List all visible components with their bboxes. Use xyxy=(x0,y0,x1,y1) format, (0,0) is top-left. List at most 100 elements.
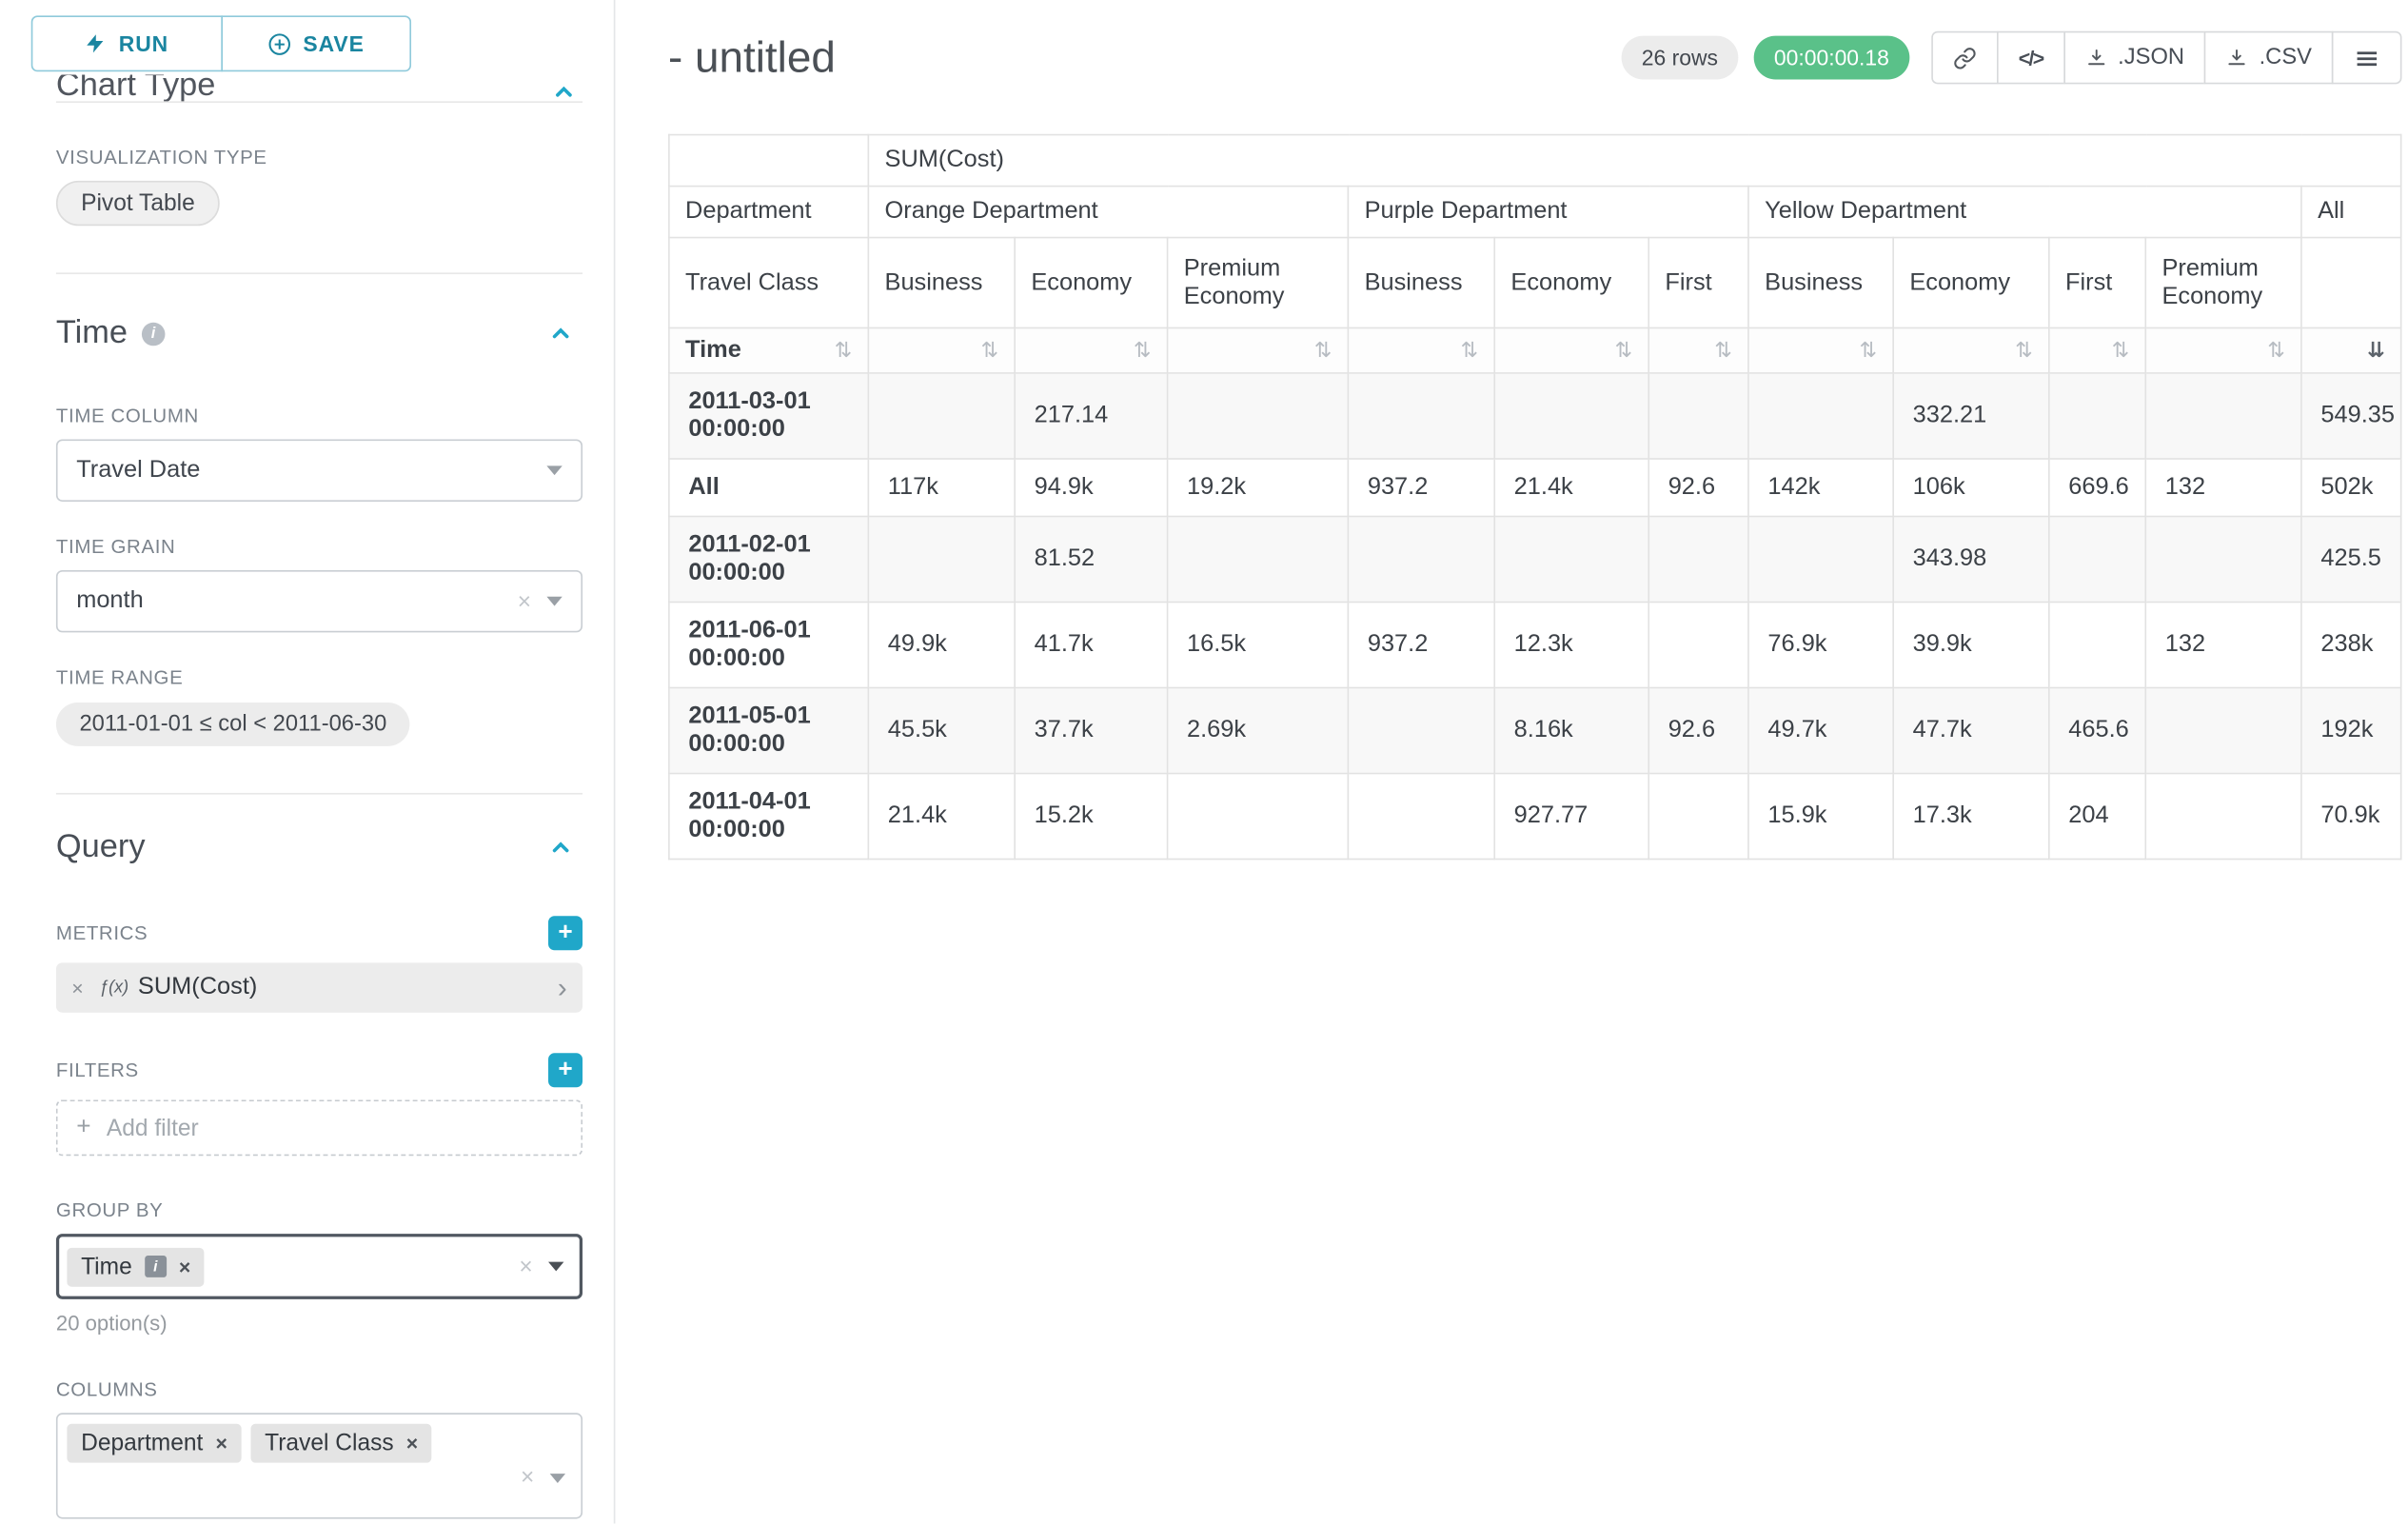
pivot-sort-header[interactable]: ⇅ xyxy=(868,327,1015,372)
pivot-cell xyxy=(2049,373,2145,459)
pivot-cell: 49.9k xyxy=(868,603,1015,688)
pivot-cell: 132 xyxy=(2145,603,2301,688)
pivot-cell: 15.2k xyxy=(1015,774,1167,860)
plus-circle-icon xyxy=(267,32,291,56)
filters-label: FILTERS xyxy=(56,1059,139,1081)
run-button[interactable]: RUN xyxy=(31,15,222,71)
embed-code-button[interactable]: </> xyxy=(1997,31,2065,85)
metric-chip[interactable]: × ƒ(x) SUM(Cost) › xyxy=(56,962,582,1012)
add-filter-button[interactable]: + xyxy=(548,1053,582,1087)
selected-value-chip[interactable]: Timei× xyxy=(67,1247,205,1286)
pivot-sort-header[interactable]: ⇅ xyxy=(2145,327,2301,372)
group-by-chips: Timei× xyxy=(67,1247,503,1286)
sort-desc-icon[interactable]: ⇊ xyxy=(2367,338,2385,363)
chevron-down-icon xyxy=(546,465,562,475)
group-by-label: GROUP BY xyxy=(56,1199,582,1221)
sort-icon[interactable]: ⇅ xyxy=(1314,338,1332,363)
pivot-cell: 76.9k xyxy=(1748,603,1893,688)
pivot-sort-header[interactable]: ⇅ xyxy=(1168,327,1349,372)
collapse-icon[interactable] xyxy=(551,79,576,101)
sort-icon[interactable]: ⇅ xyxy=(980,338,998,363)
pivot-cell: 549.35 xyxy=(2301,373,2401,459)
pivot-row-header: 2011-04-01 00:00:00 xyxy=(669,774,868,860)
add-filter-box[interactable]: + Add filter xyxy=(56,1099,582,1156)
pivot-sort-header[interactable]: ⇅ xyxy=(1893,327,2049,372)
chart-area: - untitled 26 rows 00:00:00.18 </> .JSON xyxy=(615,0,2408,1523)
pivot-class-header: First xyxy=(1648,238,1748,328)
pivot-sort-header[interactable]: ⇅ xyxy=(1648,327,1748,372)
chevron-up-icon[interactable] xyxy=(548,835,573,860)
remove-chip-icon[interactable]: × xyxy=(406,1432,418,1455)
sort-icon[interactable]: ⇅ xyxy=(835,338,853,363)
export-csv-button[interactable]: .CSV xyxy=(2204,31,2334,85)
chevron-down-icon xyxy=(550,1473,565,1482)
remove-chip-icon[interactable]: × xyxy=(215,1432,227,1455)
sort-icon[interactable]: ⇅ xyxy=(2267,338,2285,363)
time-grain-select[interactable]: month × xyxy=(56,570,582,632)
pivot-sort-header[interactable]: ⇅ xyxy=(1348,327,1494,372)
pivot-cell xyxy=(2049,603,2145,688)
info-icon: i xyxy=(145,1256,167,1277)
columns-label: COLUMNS xyxy=(56,1378,582,1400)
pivot-class-header: First xyxy=(2049,238,2145,328)
chevron-up-icon[interactable] xyxy=(548,321,573,346)
sort-icon[interactable]: ⇅ xyxy=(1134,338,1152,363)
chart-title[interactable]: - untitled xyxy=(668,32,836,82)
save-button[interactable]: SAVE xyxy=(221,15,411,71)
pivot-cell: 106k xyxy=(1893,459,2049,517)
remove-chip-icon[interactable]: × xyxy=(179,1255,190,1278)
pivot-cell: 927.77 xyxy=(1494,774,1648,860)
time-section-header[interactable]: Time i xyxy=(56,315,582,352)
explore-view: RUN SAVE Chart Type VISUALIZATION TYPE P… xyxy=(0,0,2408,1523)
export-json-button[interactable]: .JSON xyxy=(2063,31,2206,85)
sort-icon[interactable]: ⇅ xyxy=(1859,338,1877,363)
pivot-table: SUM(Cost)DepartmentOrange DepartmentPurp… xyxy=(668,134,2401,861)
query-section-header[interactable]: Query xyxy=(56,829,582,866)
sort-icon[interactable]: ⇅ xyxy=(2015,338,2033,363)
pivot-row-header: All xyxy=(669,459,868,517)
pivot-row: 2011-06-01 00:00:0049.9k41.7k16.5k937.21… xyxy=(669,603,2401,688)
selected-value-chip[interactable]: Department× xyxy=(67,1424,241,1463)
add-filter-placeholder: Add filter xyxy=(107,1115,199,1141)
pivot-cell: 238k xyxy=(2301,603,2401,688)
visualization-type-value[interactable]: Pivot Table xyxy=(56,181,220,226)
pivot-sort-header[interactable]: ⇅ xyxy=(1015,327,1167,372)
pivot-class-header: Premium Economy xyxy=(2145,238,2301,328)
pivot-sort-header[interactable]: ⇅ xyxy=(2049,327,2145,372)
sort-icon[interactable]: ⇅ xyxy=(1461,338,1479,363)
pivot-group-header: Orange Department xyxy=(868,187,1348,238)
pivot-group-header: Yellow Department xyxy=(1748,187,2301,238)
clear-icon[interactable]: × xyxy=(518,588,531,615)
chart-menu-button[interactable]: ≡ xyxy=(2332,31,2401,85)
sort-icon[interactable]: ⇅ xyxy=(2112,338,2130,363)
columns-select[interactable]: Department×Travel Class× × xyxy=(56,1413,582,1518)
export-json-label: .JSON xyxy=(2118,45,2184,69)
sort-icon[interactable]: ⇅ xyxy=(1714,338,1732,363)
pivot-sort-header[interactable]: ⇅ xyxy=(1494,327,1648,372)
sort-icon[interactable]: ⇅ xyxy=(1615,338,1633,363)
pivot-cell: 142k xyxy=(1748,459,1893,517)
pivot-cell: 92.6 xyxy=(1648,459,1748,517)
selected-value-chip[interactable]: Travel Class× xyxy=(250,1424,431,1463)
group-by-select[interactable]: Timei× × xyxy=(56,1234,582,1299)
pivot-cell: 937.2 xyxy=(1348,603,1494,688)
share-link-button[interactable] xyxy=(1931,31,1998,85)
pivot-cell: 192k xyxy=(2301,688,2401,774)
time-column-label: TIME COLUMN xyxy=(56,405,582,426)
clear-icon[interactable]: × xyxy=(519,1254,532,1280)
pivot-time-sort-header[interactable]: Time⇅ xyxy=(669,327,868,372)
link-icon xyxy=(1953,46,1977,69)
code-icon: </> xyxy=(2019,46,2043,69)
expand-icon[interactable]: › xyxy=(558,974,567,1001)
pivot-corner-cell xyxy=(669,135,868,187)
remove-metric-icon[interactable]: × xyxy=(71,976,83,1000)
time-range-value[interactable]: 2011-01-01 ≤ col < 2011-06-30 xyxy=(56,703,410,746)
time-range-label: TIME RANGE xyxy=(56,666,582,688)
add-metric-button[interactable]: + xyxy=(548,916,582,950)
pivot-sort-header[interactable]: ⇅ xyxy=(1748,327,1893,372)
clear-icon[interactable]: × xyxy=(521,1464,534,1491)
time-column-select[interactable]: Travel Date xyxy=(56,439,582,501)
pivot-department-label: Department xyxy=(669,187,868,238)
pivot-sort-header[interactable]: ⇊ xyxy=(2301,327,2401,372)
pivot-cell xyxy=(2145,688,2301,774)
